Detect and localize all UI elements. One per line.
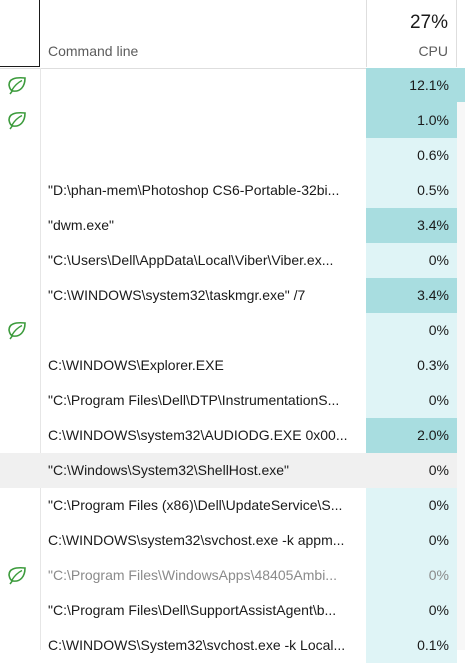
cpu-cell: 2.0%	[366, 418, 457, 453]
cpu-cell: 3.4%	[366, 208, 457, 243]
command-line-cell: C:\WINDOWS\System32\svchost.exe -k Local…	[48, 637, 346, 653]
process-row[interactable]: "C:\Users\Dell\AppData\Local\Viber\Viber…	[0, 243, 465, 278]
command-line-cell: "C:\Windows\System32\ShellHost.exe"	[48, 462, 290, 478]
process-row[interactable]: 0%	[0, 313, 465, 348]
process-list: 12.1% 1.0% 0.6% "D:\phan-mem\Photoshop CS6-…	[0, 68, 465, 663]
cpu-cell: 0%	[366, 558, 457, 593]
process-row[interactable]: "C:\Program Files\Dell\SupportAssistAgen…	[0, 593, 465, 628]
cpu-column-header[interactable]: 27% CPU	[366, 0, 457, 67]
cpu-total-usage: 27%	[409, 12, 448, 33]
cpu-cell: 0%	[366, 243, 457, 278]
cpu-cell: 0%	[428, 462, 449, 478]
vertical-scrollbar[interactable]	[457, 68, 465, 650]
cpu-cell: 0.5%	[366, 173, 457, 208]
command-line-column-header[interactable]: Command line	[48, 43, 138, 59]
process-row[interactable]: C:\WINDOWS\System32\svchost.exe -k Local…	[0, 628, 465, 663]
process-row[interactable]: "dwm.exe" 3.4%	[0, 208, 465, 243]
cpu-cell: 0.1%	[366, 628, 457, 663]
cpu-cell: 0%	[366, 488, 457, 523]
leaf-icon	[6, 565, 28, 585]
cpu-cell: 0.6%	[366, 138, 457, 173]
command-line-cell: "dwm.exe"	[48, 217, 114, 233]
cpu-cell: 3.4%	[366, 278, 457, 313]
command-line-cell: "C:\Program Files (x86)\Dell\UpdateServi…	[48, 497, 343, 513]
leaf-icon	[6, 320, 28, 340]
scrollbar-thumb[interactable]	[457, 68, 465, 102]
command-line-cell: C:\WINDOWS\Explorer.EXE	[48, 357, 224, 373]
cpu-column-label: CPU	[418, 43, 448, 59]
command-line-cell: C:\WINDOWS\system32\AUDIODG.EXE 0x00...	[48, 427, 348, 443]
status-column-header[interactable]	[0, 0, 40, 67]
command-line-cell: "C:\WINDOWS\system32\taskmgr.exe" /7	[48, 287, 306, 303]
column-header-bar: Command line 27% CPU	[0, 0, 465, 69]
cpu-cell: 0%	[366, 523, 457, 558]
command-line-cell: C:\WINDOWS\system32\svchost.exe -k appm.…	[48, 532, 345, 548]
cpu-cell: 0%	[366, 313, 457, 348]
process-row[interactable]: "C:\Program Files (x86)\Dell\UpdateServi…	[0, 488, 465, 523]
process-row[interactable]: "C:\Program Files\Dell\DTP\Instrumentati…	[0, 383, 465, 418]
process-row[interactable]: "C:\Program Files\WindowsApps\48405Ambi.…	[0, 558, 465, 593]
cpu-cell: 1.0%	[366, 103, 457, 138]
command-line-cell: "C:\Program Files\Dell\DTP\Instrumentati…	[48, 392, 340, 408]
cpu-cell: 0.3%	[366, 348, 457, 383]
process-row[interactable]: C:\WINDOWS\system32\svchost.exe -k appm.…	[0, 523, 465, 558]
process-row[interactable]: 12.1%	[0, 68, 465, 103]
cpu-cell: 0%	[366, 383, 457, 418]
process-row[interactable]: C:\WINDOWS\Explorer.EXE 0.3%	[0, 348, 465, 383]
cpu-cell: 12.1%	[366, 68, 457, 103]
process-row[interactable]: "D:\phan-mem\Photoshop CS6-Portable-32bi…	[0, 173, 465, 208]
process-row[interactable]: "C:\WINDOWS\system32\taskmgr.exe" /7 3.4%	[0, 278, 465, 313]
leaf-icon	[6, 110, 28, 130]
command-line-cell: "C:\Program Files\Dell\SupportAssistAgen…	[48, 602, 337, 618]
process-row[interactable]: C:\WINDOWS\system32\AUDIODG.EXE 0x00... 2…	[0, 418, 465, 453]
command-line-cell: "C:\Users\Dell\AppData\Local\Viber\Viber…	[48, 252, 334, 268]
process-row[interactable]: 1.0%	[0, 103, 465, 138]
process-row[interactable]: "C:\Windows\System32\ShellHost.exe" 0%	[0, 453, 465, 488]
leaf-icon	[6, 75, 28, 95]
command-line-cell: "C:\Program Files\WindowsApps\48405Ambi.…	[48, 567, 337, 583]
cpu-cell: 0%	[366, 593, 457, 628]
process-row[interactable]: 0.6%	[0, 138, 465, 173]
command-line-cell: "D:\phan-mem\Photoshop CS6-Portable-32bi…	[48, 182, 340, 198]
